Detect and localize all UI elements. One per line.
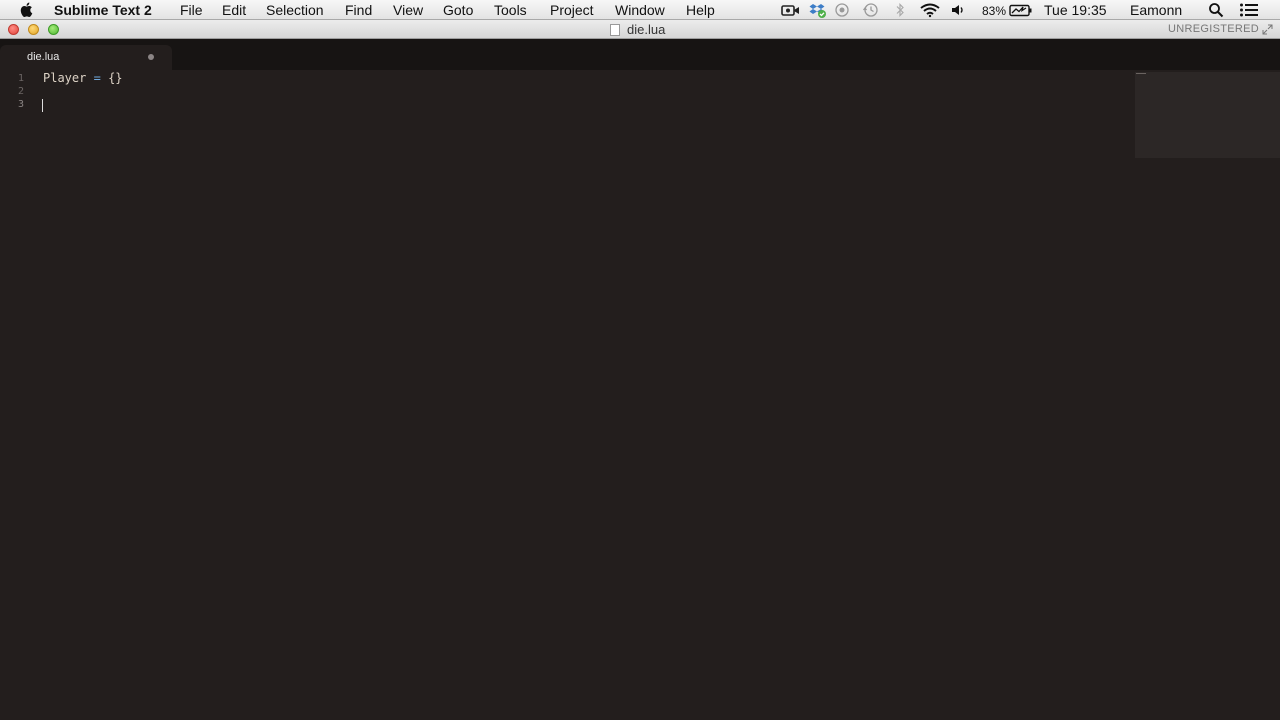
menu-edit[interactable]: Edit — [222, 1, 246, 19]
bluetooth-icon[interactable] — [894, 2, 906, 18]
tab-label: die.lua — [27, 51, 60, 63]
menubar-user[interactable]: Eamonn — [1130, 1, 1182, 19]
window-title: die.lua — [627, 22, 666, 37]
battery-percentage: 83% — [982, 4, 1007, 18]
code-editor[interactable]: 1 2 3 Player = {} — [0, 70, 1280, 720]
wifi-icon[interactable] — [919, 2, 941, 18]
spotlight-search-icon[interactable] — [1208, 2, 1224, 18]
gamecenter-icon[interactable] — [834, 2, 850, 18]
tab-die-lua[interactable]: die.lua — [0, 45, 172, 70]
menu-selection[interactable]: Selection — [266, 1, 324, 19]
menu-goto[interactable]: Goto — [443, 1, 473, 19]
document-proxy-icon[interactable] — [610, 24, 620, 36]
menu-view[interactable]: View — [393, 1, 423, 19]
text-cursor — [42, 99, 43, 112]
minimap-code-preview — [1136, 73, 1146, 74]
window-zoom-button[interactable] — [48, 24, 59, 35]
menu-file[interactable]: File — [180, 1, 203, 19]
line-number: 2 — [17, 86, 24, 97]
time-machine-icon[interactable] — [862, 2, 880, 18]
menu-help[interactable]: Help — [686, 1, 715, 19]
license-status: UNREGISTERED — [1168, 23, 1259, 35]
line-number-current: 3 — [17, 99, 24, 110]
line-number: 1 — [17, 73, 24, 84]
window-title-bar[interactable]: die.lua UNREGISTERED — [0, 20, 1280, 39]
battery-charging-icon[interactable] — [1009, 2, 1033, 18]
dropbox-sync-icon[interactable] — [809, 2, 827, 18]
fullscreen-icon[interactable] — [1262, 24, 1273, 35]
menu-find[interactable]: Find — [345, 1, 372, 19]
menu-window[interactable]: Window — [615, 1, 665, 19]
minimap[interactable] — [1135, 72, 1280, 158]
apple-icon[interactable] — [19, 1, 35, 18]
facetime-camera-icon[interactable] — [781, 2, 801, 18]
menu-tools[interactable]: Tools — [494, 1, 527, 19]
tab-bar: die.lua — [0, 39, 1280, 70]
window-close-button[interactable] — [8, 24, 19, 35]
menu-project[interactable]: Project — [550, 1, 594, 19]
menubar-clock[interactable]: Tue 19:35 — [1044, 1, 1107, 19]
code-table-literal: {} — [108, 71, 123, 85]
code-identifier: Player — [43, 71, 87, 85]
volume-icon[interactable] — [950, 2, 966, 18]
notification-center-icon[interactable] — [1239, 2, 1259, 18]
code-line-1[interactable]: Player = {} — [43, 71, 123, 85]
app-menu[interactable]: Sublime Text 2 — [54, 1, 152, 19]
code-operator: = — [93, 71, 101, 85]
unsaved-indicator-icon[interactable] — [148, 54, 154, 60]
system-menu-bar: Sublime Text 2 File Edit Selection Find … — [0, 0, 1280, 20]
window-minimize-button[interactable] — [28, 24, 39, 35]
